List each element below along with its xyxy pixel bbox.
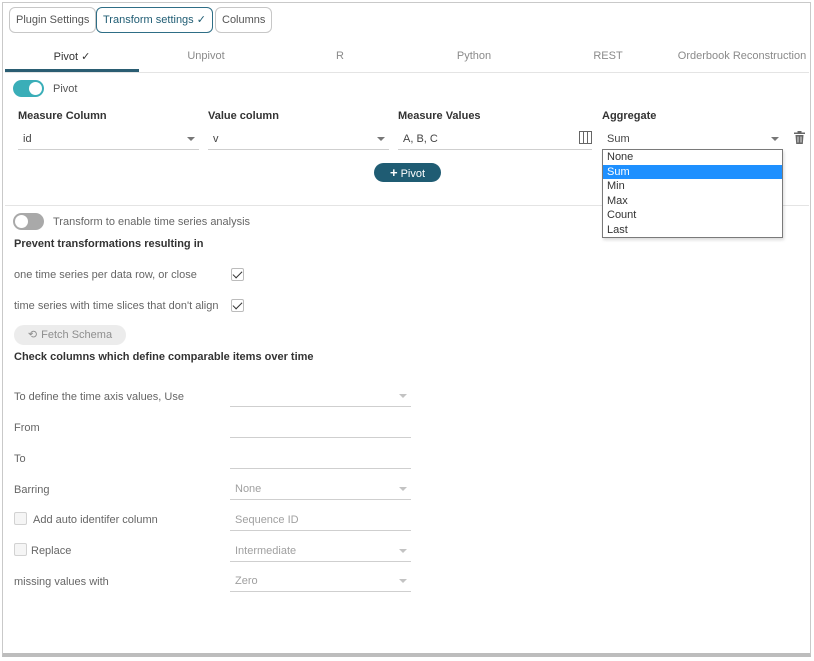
barring-value: None xyxy=(235,483,262,495)
option1-label: one time series per data row, or close xyxy=(14,269,197,281)
to-label: To xyxy=(14,453,26,465)
trash-icon[interactable] xyxy=(794,131,805,147)
pivot-button[interactable]: + Pivot xyxy=(374,163,441,182)
aggregate-header: Aggregate xyxy=(602,110,657,122)
auto-id-label: Add auto identifer column xyxy=(33,514,158,526)
measure-values-header: Measure Values xyxy=(398,110,481,122)
measure-values-input[interactable]: A, B, C xyxy=(398,128,592,150)
tab-transform-settings[interactable]: Transform settings ✓ xyxy=(96,7,213,33)
chevron-down-icon xyxy=(399,394,407,398)
replace-checkbox[interactable] xyxy=(14,543,27,556)
subtab-orderbook-reconstruction[interactable]: Orderbook Reconstruction xyxy=(675,50,809,62)
chevron-down-icon xyxy=(399,579,407,583)
prevent-heading: Prevent transformations resulting in xyxy=(14,238,204,250)
missing-values-label: missing values with xyxy=(14,576,109,588)
option2-checkbox[interactable] xyxy=(231,299,244,312)
missing-values-value: Zero xyxy=(235,575,258,587)
replace-label: Replace xyxy=(31,545,72,557)
chevron-down-icon xyxy=(377,137,385,141)
timeseries-toggle[interactable] xyxy=(13,213,44,230)
aggregate-option-none[interactable]: None xyxy=(603,150,782,165)
timeseries-toggle-label: Transform to enable time series analysis xyxy=(53,216,251,228)
option2-label: time series with time slices that don't … xyxy=(14,300,219,312)
subtab-r[interactable]: R xyxy=(273,50,407,62)
check-columns-heading: Check columns which define comparable it… xyxy=(14,351,314,363)
auto-id-input[interactable]: Sequence ID xyxy=(230,509,411,531)
tab-plugin-settings[interactable]: Plugin Settings xyxy=(9,7,97,33)
refresh-icon: ⟲ xyxy=(27,329,38,341)
replace-select[interactable]: Intermediate xyxy=(230,540,411,562)
fetch-schema-button[interactable]: ⟲ Fetch Schema xyxy=(14,325,126,345)
chevron-down-icon xyxy=(399,487,407,491)
value-column-select[interactable]: v xyxy=(208,128,389,150)
aggregate-option-max[interactable]: Max xyxy=(603,194,782,209)
barring-select[interactable]: None xyxy=(230,478,411,500)
value-column-value: v xyxy=(213,133,219,145)
aggregate-option-min[interactable]: Min xyxy=(603,179,782,194)
subtab-python[interactable]: Python xyxy=(407,50,541,62)
auto-id-value: Sequence ID xyxy=(235,514,299,526)
tabs-divider xyxy=(5,72,809,73)
chevron-down-icon xyxy=(771,137,779,141)
to-input[interactable] xyxy=(230,447,411,469)
pivot-toggle[interactable] xyxy=(13,80,44,97)
auto-id-checkbox[interactable] xyxy=(14,512,27,525)
aggregate-dropdown-list: None Sum Min Max Count Last xyxy=(602,149,783,238)
aggregate-select[interactable]: Sum xyxy=(602,128,783,150)
aggregate-value: Sum xyxy=(607,133,630,145)
time-axis-select[interactable] xyxy=(230,385,411,407)
measure-values-value: A, B, C xyxy=(403,133,438,145)
subtab-pivot[interactable]: Pivot ✓ xyxy=(5,50,139,63)
from-input[interactable] xyxy=(230,416,411,438)
measure-column-header: Measure Column xyxy=(18,110,107,122)
aggregate-option-sum[interactable]: Sum xyxy=(603,164,782,179)
measure-column-select[interactable]: id xyxy=(18,128,199,150)
fetch-schema-label: Fetch Schema xyxy=(41,329,113,341)
subtab-unpivot[interactable]: Unpivot xyxy=(139,50,273,62)
from-label: From xyxy=(14,422,40,434)
plus-icon: + xyxy=(389,165,398,180)
replace-value: Intermediate xyxy=(235,545,297,557)
subtab-rest[interactable]: REST xyxy=(541,50,675,62)
chevron-down-icon xyxy=(187,137,195,141)
missing-values-select[interactable]: Zero xyxy=(230,570,411,592)
aggregate-option-count[interactable]: Count xyxy=(603,208,782,223)
value-column-header: Value column xyxy=(208,110,279,122)
time-axis-label: To define the time axis values, Use xyxy=(14,391,184,403)
chevron-down-icon xyxy=(399,549,407,553)
pivot-button-label: Pivot xyxy=(400,168,426,180)
barring-label: Barring xyxy=(14,484,50,496)
columns-picker-icon[interactable] xyxy=(579,131,592,147)
measure-column-value: id xyxy=(23,133,32,145)
pivot-toggle-label: Pivot xyxy=(53,83,78,95)
option1-checkbox[interactable] xyxy=(231,268,244,281)
aggregate-option-last[interactable]: Last xyxy=(603,223,782,238)
tab-columns[interactable]: Columns xyxy=(215,7,273,33)
